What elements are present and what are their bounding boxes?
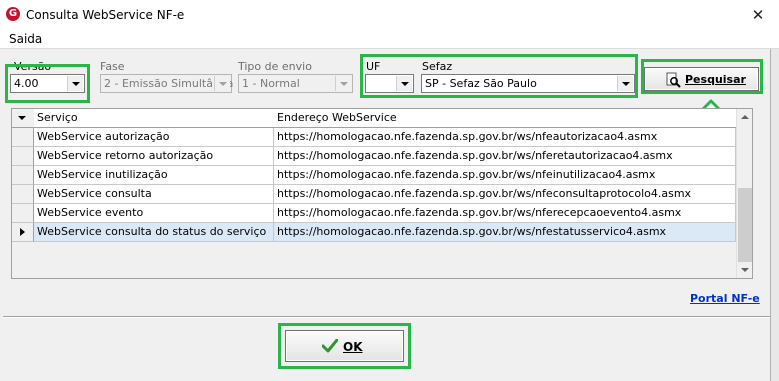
fase-label: Fase (100, 60, 125, 73)
row-indicator (12, 204, 34, 223)
menu-divider (0, 48, 779, 49)
chevron-up-icon (741, 115, 749, 119)
column-header-endereco[interactable]: Endereço WebService (274, 109, 740, 128)
row-indicator (12, 185, 34, 204)
vertical-scrollbar[interactable] (736, 109, 752, 278)
scroll-up-button[interactable] (737, 109, 753, 125)
cell-endereco: https://homologacao.nfe.fazenda.sp.gov.b… (274, 128, 736, 147)
bottom-divider (3, 316, 776, 318)
highlight-versao (5, 64, 90, 103)
cell-servico: WebService inutilização (34, 166, 274, 185)
cell-endereco: https://homologacao.nfe.fazenda.sp.gov.b… (274, 147, 736, 166)
row-pointer-icon (20, 228, 25, 236)
app-logo-icon: G (6, 7, 20, 21)
row-indicator (12, 128, 34, 147)
highlight-uf-sefaz (360, 54, 638, 98)
chevron-down-icon[interactable] (335, 76, 351, 91)
webservice-table[interactable]: Serviço Endereço WebService WebService a… (11, 108, 753, 279)
row-indicator (12, 166, 34, 185)
window-title: Consulta WebService NF-e (26, 8, 185, 22)
menu-bar (0, 30, 779, 48)
highlight-pesquisar (641, 59, 763, 94)
chevron-down-icon[interactable] (214, 76, 230, 91)
cell-servico: WebService consulta (34, 185, 274, 204)
highlight-ok (278, 323, 411, 369)
portal-nfe-link[interactable]: Portal NF-e (690, 292, 760, 305)
cell-servico: WebService retorno autorização (34, 147, 274, 166)
tipo-envio-select[interactable]: 1 - Normal (238, 74, 353, 93)
cell-endereco: https://homologacao.nfe.fazenda.sp.gov.b… (274, 185, 736, 204)
chevron-down-icon (741, 268, 749, 272)
sort-down-icon (18, 116, 26, 120)
cell-servico: WebService consulta do status do serviço (34, 223, 274, 242)
fase-select[interactable]: 2 - Emissão Simultânea (100, 74, 233, 93)
scroll-thumb[interactable] (738, 188, 752, 262)
scroll-down-button[interactable] (737, 262, 753, 278)
cell-endereco: https://homologacao.nfe.fazenda.sp.gov.b… (274, 166, 736, 185)
table-header-indicator (12, 109, 35, 128)
column-header-servico[interactable]: Serviço (34, 109, 278, 128)
menu-item-saida[interactable]: Saida (9, 32, 42, 46)
cell-endereco: https://homologacao.nfe.fazenda.sp.gov.b… (274, 223, 736, 242)
table-row[interactable]: WebService retorno autorização https://h… (12, 147, 736, 166)
cell-endereco: https://homologacao.nfe.fazenda.sp.gov.b… (274, 204, 736, 223)
tipo-envio-label: Tipo de envio (238, 60, 312, 73)
table-row[interactable]: WebService evento https://homologacao.nf… (12, 204, 736, 223)
table-row[interactable]: WebService consulta https://homologacao.… (12, 185, 736, 204)
table-row-selected[interactable]: WebService consulta do status do serviço… (12, 223, 736, 242)
window-right-edge (770, 49, 779, 381)
table-row[interactable]: WebService autorização https://homologac… (12, 128, 736, 147)
cell-servico: WebService evento (34, 204, 274, 223)
row-indicator (12, 223, 34, 242)
row-indicator (12, 147, 34, 166)
close-icon[interactable]: ✕ (744, 4, 772, 26)
tipo-envio-value: 1 - Normal (242, 77, 300, 90)
table-row[interactable]: WebService inutilização https://homologa… (12, 166, 736, 185)
cell-servico: WebService autorização (34, 128, 274, 147)
